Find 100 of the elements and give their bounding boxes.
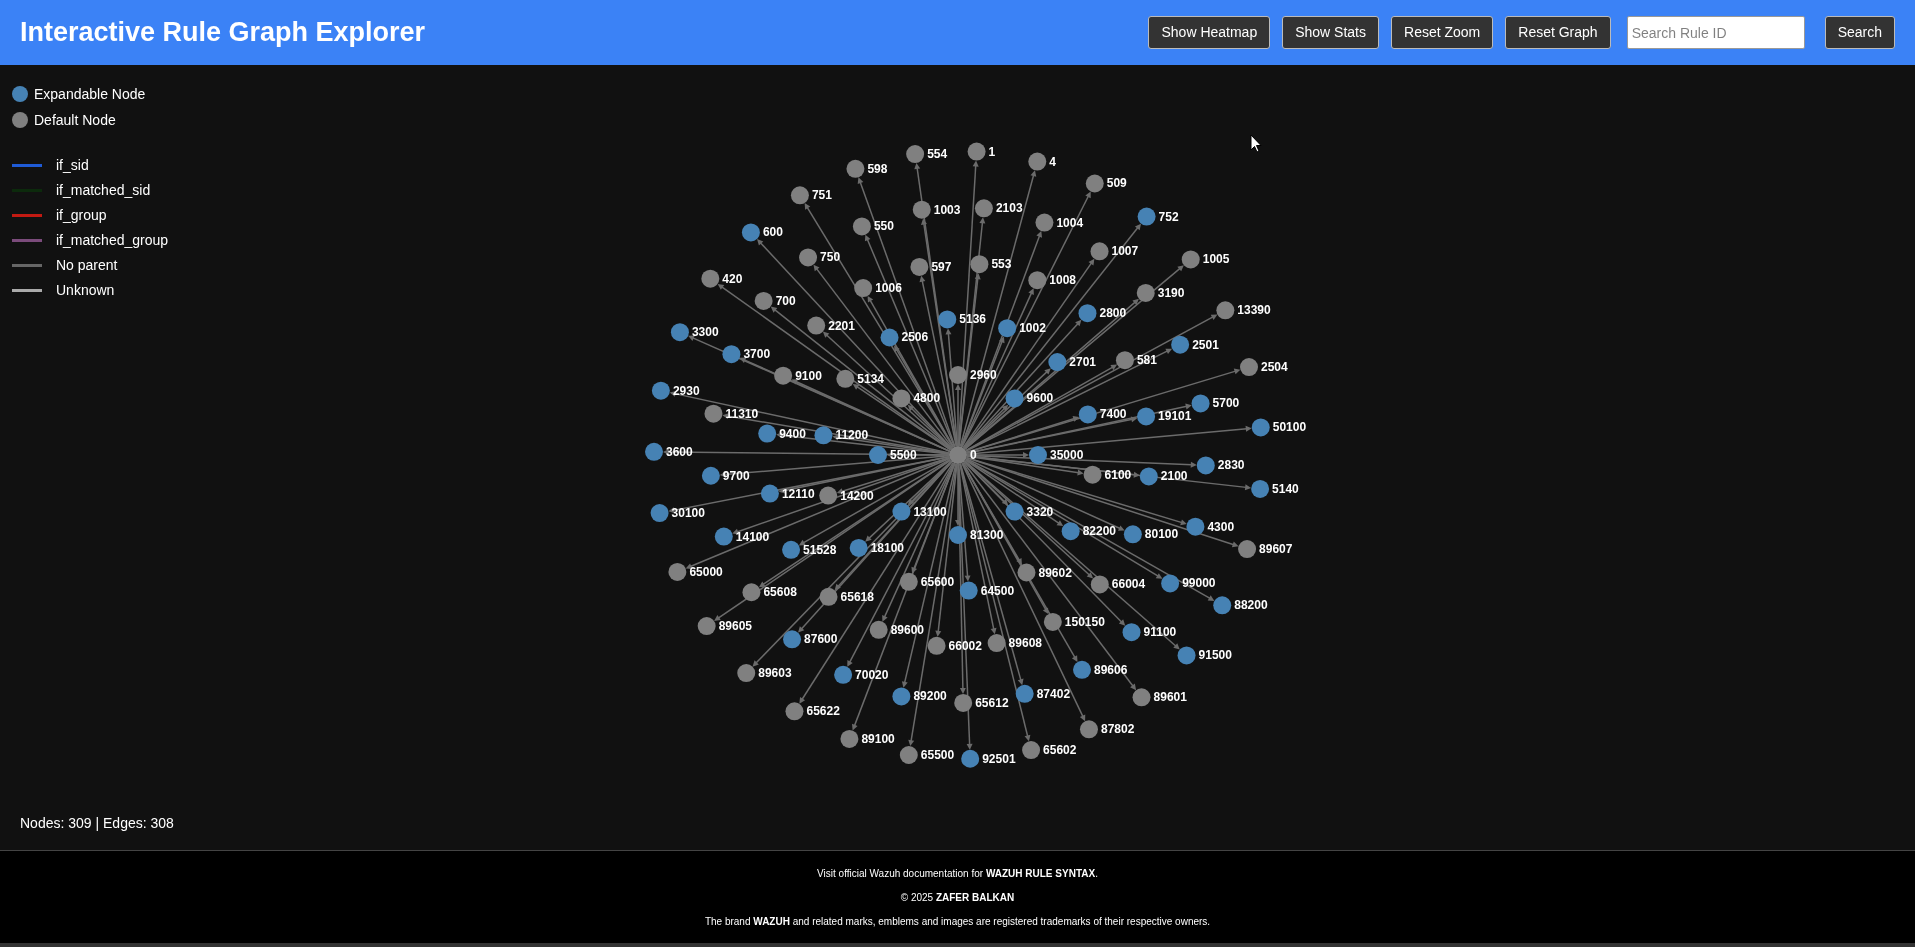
legend-label: if_matched_sid	[56, 181, 151, 200]
node-label: 11310	[725, 406, 759, 421]
node-label: 89606	[1094, 662, 1128, 677]
legend-label: Default Node	[34, 110, 116, 130]
node-label: 89600	[890, 622, 925, 637]
node-label: 752	[1158, 209, 1179, 224]
node-label: 18100	[870, 540, 905, 555]
node-label: 2201	[828, 318, 855, 333]
node-label: 65618	[840, 589, 874, 604]
node-label: 420	[722, 271, 743, 286]
node-label: 82200	[1082, 524, 1117, 539]
node-label: 65622	[806, 704, 840, 719]
node-label: 14200	[840, 488, 874, 503]
node-label: 87402	[1036, 686, 1071, 701]
search-button[interactable]: Search	[1824, 16, 1895, 49]
node-label: 13390	[1237, 303, 1271, 318]
node-label: 4	[1049, 154, 1056, 169]
node-label: 1006	[875, 281, 902, 296]
node-label: 99000	[1182, 576, 1216, 591]
node-label: 550	[873, 219, 894, 234]
node-label: 750	[820, 250, 841, 265]
node-label: 9400	[779, 426, 806, 441]
node-label: 553	[991, 257, 1012, 272]
node-label: 1002	[1019, 321, 1046, 336]
node-label: 1003	[933, 202, 961, 217]
node-label: 5136	[959, 312, 986, 327]
legend-label: Expandable Node	[34, 84, 146, 104]
node-label: 92501	[982, 751, 1016, 766]
node-label: 87600	[804, 632, 838, 647]
node-label: 89605	[718, 619, 753, 633]
node-label: 2506	[901, 330, 929, 345]
node-label: 13100	[913, 504, 947, 519]
node-label: 87802	[1101, 722, 1135, 737]
node-label: 89601	[1153, 690, 1187, 705]
toolbar-button[interactable]: Show Stats	[1282, 16, 1379, 49]
node-label: 2100	[1160, 469, 1188, 484]
node-label: 0	[970, 448, 977, 462]
node-label: 30100	[671, 506, 705, 521]
node-label: 66004	[1111, 577, 1146, 592]
node-label: 11200	[835, 428, 869, 443]
node-label: 2830	[1217, 458, 1245, 473]
node-label: 81300	[970, 528, 1004, 542]
node-label: 3700	[743, 347, 771, 362]
node-label: 2930	[672, 383, 700, 398]
legend-label: if_sid	[56, 156, 89, 175]
node-label: 5500	[890, 448, 917, 462]
node-label: 35000	[1050, 448, 1084, 462]
node-label: 65600	[920, 574, 955, 589]
node-label: 65612	[975, 695, 1009, 710]
node-label: 2103	[995, 201, 1023, 216]
node-label: 66002	[948, 638, 982, 653]
node-label: 554	[927, 147, 948, 162]
node-label: 9600	[1026, 391, 1054, 406]
node-label: 88200	[1234, 598, 1268, 613]
node-label: 581	[1136, 353, 1157, 368]
node-label: 14100	[735, 529, 770, 544]
node-label: 50100	[1272, 420, 1307, 435]
node-label: 751	[811, 188, 832, 203]
node-label: 3600	[666, 444, 693, 459]
node-label: 2960	[970, 368, 997, 382]
node-label: 65500	[920, 748, 955, 762]
node-label: 2800	[1099, 306, 1127, 321]
search-field[interactable]: Search Rule ID	[1626, 16, 1805, 49]
node-label: 89608	[1008, 636, 1042, 651]
node-label: 5700	[1212, 396, 1240, 411]
node-label: 89603	[758, 666, 792, 681]
node-label: 1008	[1049, 273, 1076, 288]
node-label: 150150	[1064, 614, 1105, 629]
node-label: 9700	[722, 468, 750, 483]
node-label: 12110	[781, 486, 815, 501]
node-label: 91500	[1198, 648, 1232, 663]
node-label: 3300	[691, 325, 719, 340]
node-label: 4800	[913, 391, 941, 406]
node-label: 89602	[1038, 565, 1072, 580]
node-label: 2701	[1069, 355, 1097, 370]
node-label: 1005	[1202, 252, 1230, 267]
node-label: 2504	[1261, 360, 1288, 375]
node-label: 509	[1106, 176, 1127, 191]
node-label: 3190	[1157, 285, 1185, 300]
legend-label: if_group	[56, 206, 107, 225]
footer-text: The brand WAZUH and related marks, emblems and images are registered trademarks of their respective owners.	[704, 914, 1211, 929]
node-label: 1	[988, 144, 996, 159]
legend-label: Unknown	[56, 281, 115, 300]
toolbar-button[interactable]: Reset Graph	[1505, 16, 1611, 49]
footer-text: Visit official Wazuh documentation for WAZUH RULE SYNTAX.	[817, 866, 1098, 881]
node-label: 65602	[1043, 743, 1077, 758]
graph-stats: Nodes: 309 | Edges: 308	[20, 814, 174, 833]
legend-label: if_matched_group	[56, 231, 169, 250]
node-label: 80100	[1144, 527, 1179, 542]
toolbar-button[interactable]: Show Heatmap	[1148, 16, 1271, 49]
node-label: 19101	[1158, 409, 1192, 424]
footer-text: © 2025 ZAFER BALKAN	[900, 890, 1015, 905]
node-label: 9100	[795, 368, 822, 383]
toolbar-button[interactable]: Reset Zoom	[1391, 16, 1494, 49]
node-label: 89100	[861, 731, 895, 746]
node-label: 64500	[980, 583, 1015, 598]
node-label: 89200	[913, 689, 947, 704]
node-label: 65608	[763, 585, 797, 600]
node-label: 51528	[803, 542, 837, 557]
node-label: 5134	[857, 371, 885, 386]
